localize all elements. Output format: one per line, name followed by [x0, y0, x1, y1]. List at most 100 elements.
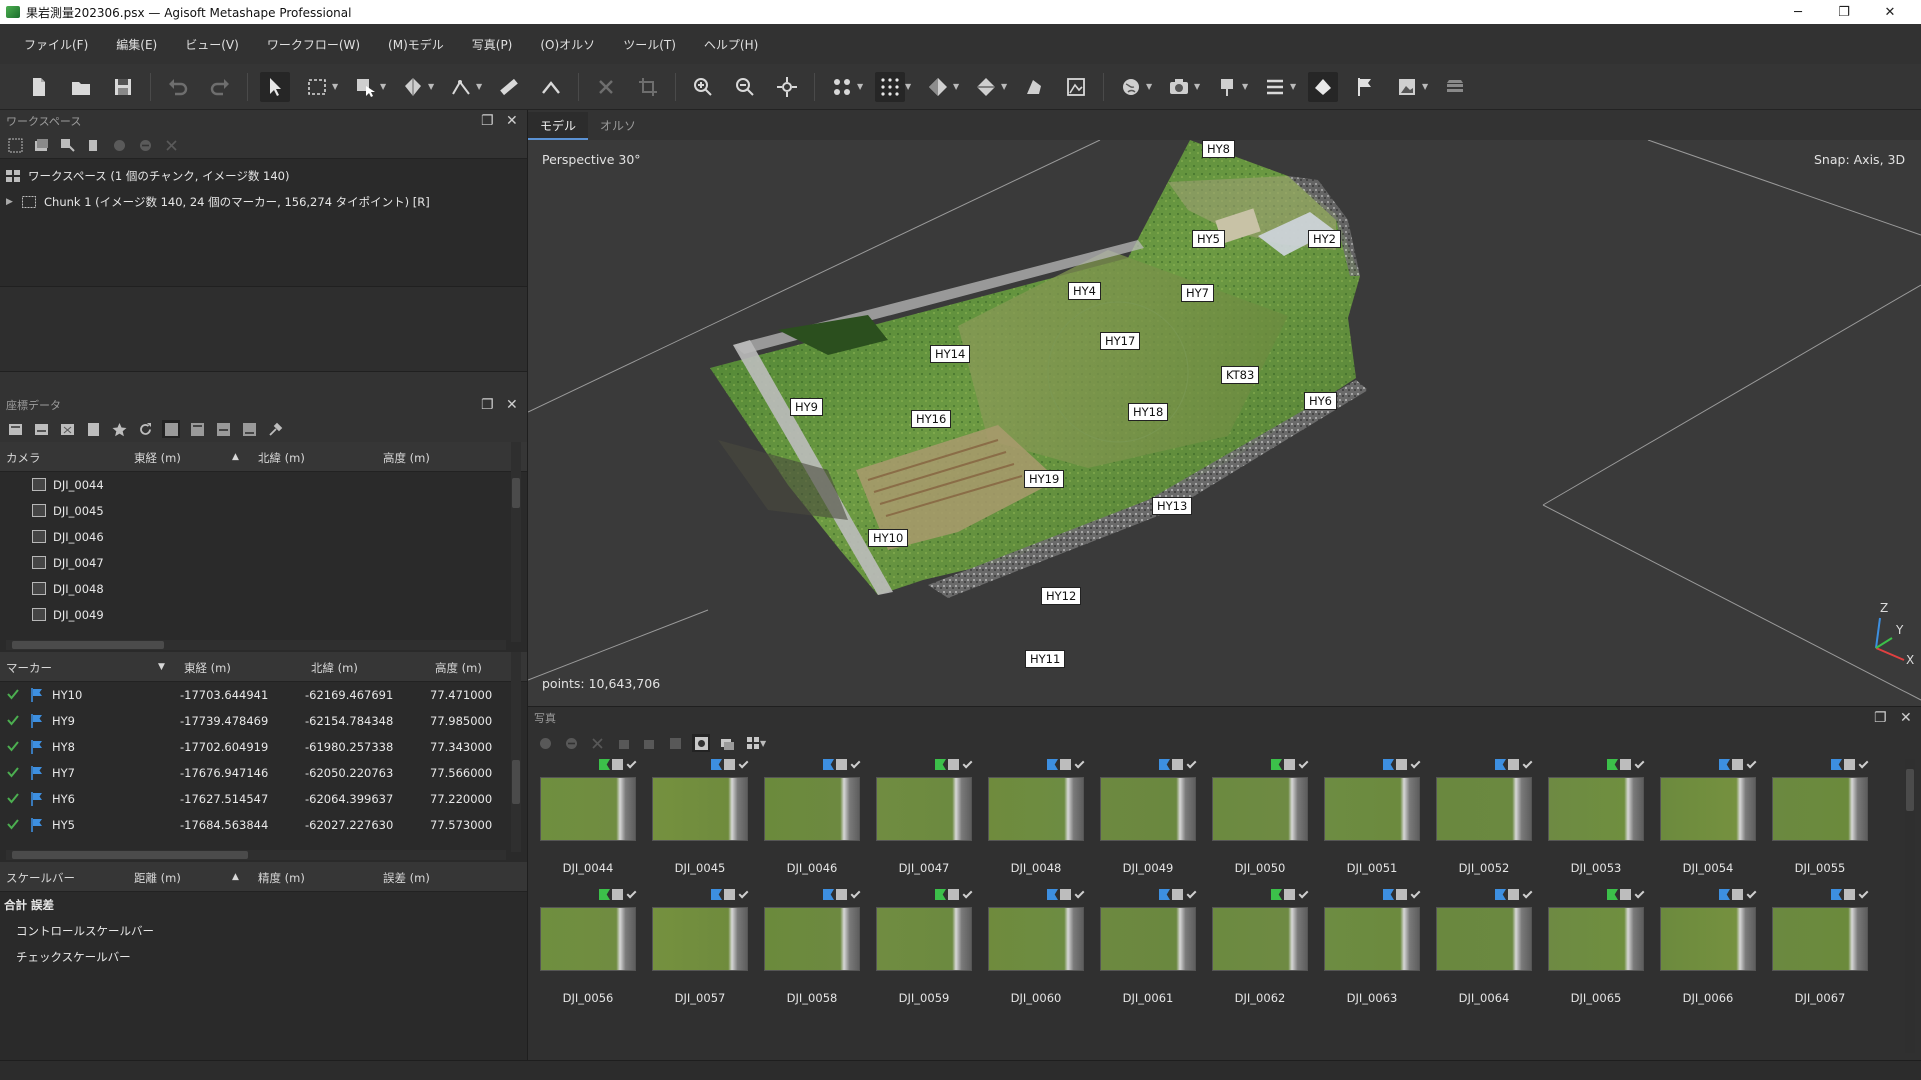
chevron-down-icon[interactable]: ▼ [1422, 82, 1430, 91]
enable-icon[interactable] [110, 136, 128, 154]
undock-icon[interactable]: ❐ [481, 113, 494, 129]
scrollbar-thumb[interactable] [1906, 769, 1914, 811]
column-header-east[interactable]: 東経 (m) [184, 660, 231, 676]
close-pane-icon[interactable]: ✕ [506, 113, 518, 129]
marker-label-hy8[interactable]: HY8 [1202, 140, 1235, 158]
navigation-cursor-icon[interactable] [260, 71, 290, 102]
menu-file[interactable]: ファイル(F) [10, 36, 102, 53]
marker-label-kt83[interactable]: KT83 [1221, 366, 1260, 384]
camera-row[interactable]: DJI_0044 [0, 472, 527, 498]
marker-label-hy11[interactable]: HY11 [1025, 650, 1066, 668]
photo-thumbnail[interactable]: DJI_0056 [540, 888, 637, 1005]
photo-thumbnail[interactable]: DJI_0053 [1548, 758, 1645, 875]
ortho-image-icon[interactable] [1061, 72, 1091, 102]
photo-image[interactable] [1660, 777, 1756, 841]
image-overlay-icon[interactable] [1392, 72, 1422, 102]
close-button[interactable]: ✕ [1867, 0, 1913, 24]
add-photos-icon[interactable] [32, 136, 50, 154]
menu-tools[interactable]: ツール(T) [609, 36, 690, 53]
camera-row[interactable]: DJI_0047 [0, 550, 527, 576]
column-header-north[interactable]: 北緯 (m) [258, 450, 305, 466]
undock-icon[interactable]: ❐ [1874, 710, 1887, 726]
chevron-down-icon[interactable]: ▼ [953, 82, 961, 91]
marker-label-hy19[interactable]: HY19 [1024, 470, 1065, 488]
marker-label-hy2[interactable]: HY2 [1308, 230, 1341, 248]
menu-edit[interactable]: 編集(E) [102, 36, 171, 53]
menu-photo[interactable]: 写真(P) [458, 36, 527, 53]
camera-row[interactable]: DJI_0048 [0, 576, 527, 602]
photo-image[interactable] [1436, 907, 1532, 971]
rectangle-selection-icon[interactable] [302, 72, 332, 102]
view-source-icon[interactable] [162, 420, 180, 438]
disable-camera-icon[interactable] [562, 734, 580, 752]
remove-items-icon[interactable] [84, 136, 102, 154]
camera-icon[interactable] [1164, 72, 1194, 102]
photo-thumbnail[interactable]: DJI_0050 [1212, 758, 1309, 875]
disable-icon[interactable] [136, 136, 154, 154]
photo-image[interactable] [1100, 907, 1196, 971]
flag-icon[interactable] [1350, 72, 1380, 102]
marker-label-hy4[interactable]: HY4 [1068, 282, 1101, 300]
photo-image[interactable] [1548, 907, 1644, 971]
open-folder-icon[interactable] [66, 72, 96, 102]
photo-thumbnail[interactable]: DJI_0060 [988, 888, 1085, 1005]
photo-thumbnail[interactable]: DJI_0057 [652, 888, 749, 1005]
photo-image[interactable] [1212, 777, 1308, 841]
photo-thumbnail[interactable]: DJI_0066 [1660, 888, 1757, 1005]
column-header-accuracy[interactable]: 精度 (m) [258, 870, 305, 886]
marker-label-hy9[interactable]: HY9 [790, 398, 823, 416]
column-header-north[interactable]: 北緯 (m) [311, 660, 358, 676]
marker-label-hy12[interactable]: HY12 [1041, 587, 1082, 605]
chevron-down-icon[interactable]: ▼ [1194, 82, 1202, 91]
marker-label-hy14[interactable]: HY14 [930, 345, 971, 363]
add-chunk-icon[interactable] [6, 136, 24, 154]
column-header-altitude[interactable]: 高度 (m) [435, 660, 482, 676]
photo-image[interactable] [1212, 907, 1308, 971]
chunk-item[interactable]: ▶ Chunk 1 (イメージ数 140, 24 個のマーカー, 156,274… [0, 189, 527, 215]
photo-image[interactable] [876, 777, 972, 841]
show-masks-icon[interactable] [692, 734, 710, 752]
view-errors-icon[interactable] [214, 420, 232, 438]
delete-selection-icon[interactable] [591, 72, 621, 102]
photo-image[interactable] [540, 907, 636, 971]
menu-help[interactable]: ヘルプ(H) [690, 36, 772, 53]
marker-pin-icon[interactable] [1212, 72, 1242, 102]
photo-thumbnail[interactable]: DJI_0045 [652, 758, 749, 875]
minimize-button[interactable]: ─ [1775, 0, 1821, 24]
layers-menu-icon[interactable] [1260, 72, 1290, 102]
dem-icon[interactable] [1019, 72, 1049, 102]
clear-reference-icon[interactable] [58, 420, 76, 438]
save-icon[interactable] [108, 72, 138, 102]
model-shaded-icon[interactable] [923, 72, 953, 102]
cameras-horizontal-scrollbar[interactable] [6, 640, 506, 650]
maximize-button[interactable]: ❐ [1821, 0, 1867, 24]
marker-label-hy16[interactable]: HY16 [911, 410, 952, 428]
marker-row[interactable]: HY6 -17627.514547 -62064.399637 77.22000… [0, 786, 527, 812]
photo-image[interactable] [540, 777, 636, 841]
checkmark-icon[interactable] [6, 817, 20, 831]
reset-view-icon[interactable] [772, 72, 802, 102]
marker-row[interactable]: HY9 -17739.478469 -62154.784348 77.98500… [0, 708, 527, 734]
scrollbar-thumb[interactable] [512, 478, 520, 508]
redo-icon[interactable] [205, 72, 235, 102]
dense-cloud-icon[interactable] [875, 71, 905, 102]
marker-row[interactable]: HY7 -17676.947146 -62050.220763 77.56600… [0, 760, 527, 786]
check-scalebars-row[interactable]: チェックスケールバー [0, 944, 527, 970]
settings-icon[interactable] [266, 420, 284, 438]
photo-image[interactable] [1324, 777, 1420, 841]
show-info-icon[interactable] [718, 734, 736, 752]
update-icon[interactable] [136, 420, 154, 438]
close-pane-icon[interactable]: ✕ [1900, 710, 1912, 726]
shapes-icon[interactable] [1308, 71, 1338, 102]
column-header-east[interactable]: 東経 (m) [134, 450, 181, 466]
menu-view[interactable]: ビュー(V) [171, 36, 253, 53]
tab-model[interactable]: モデル [528, 112, 589, 140]
ruler-icon[interactable] [494, 72, 524, 102]
chevron-down-icon[interactable]: ▼ [1242, 82, 1250, 91]
photo-thumbnail[interactable]: DJI_0046 [764, 758, 861, 875]
photo-image[interactable] [652, 777, 748, 841]
camera-row[interactable]: DJI_0045 [0, 498, 527, 524]
photo-thumbnail[interactable]: DJI_0065 [1548, 888, 1645, 1005]
marker-label-hy17[interactable]: HY17 [1100, 332, 1141, 350]
convert-icon[interactable] [84, 420, 102, 438]
